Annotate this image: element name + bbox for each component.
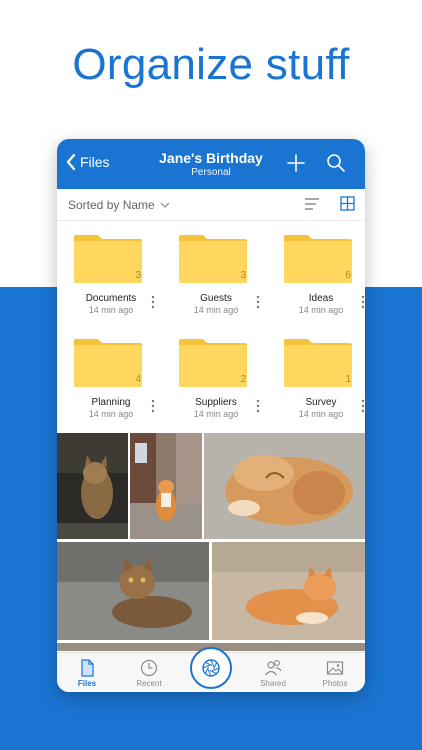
folder-count: 3 (135, 270, 141, 281)
folder-name: Ideas (308, 293, 334, 304)
folder-item[interactable]: 3 Guests 14 min ago (166, 221, 270, 325)
folder-name: Survey (305, 397, 337, 408)
cat-photo-image (204, 433, 365, 539)
folder-name: Documents (85, 293, 137, 304)
clock-icon (140, 659, 158, 677)
tab-label: Shared (260, 679, 286, 688)
search-icon[interactable] (325, 152, 347, 174)
folder-name: Guests (200, 293, 232, 304)
cat-photo-image (130, 433, 202, 539)
more-options-icon[interactable] (150, 295, 156, 309)
folder-item[interactable]: 1 Survey 14 min ago (271, 325, 365, 429)
folder-name: Suppliers (195, 397, 237, 408)
back-label: Files (80, 154, 110, 170)
camera-button[interactable] (190, 647, 232, 689)
chevron-left-icon (66, 153, 76, 171)
sort-label: Sorted by Name (68, 198, 155, 212)
list-view-icon[interactable] (304, 197, 320, 211)
folder-time: 14 min ago (193, 409, 239, 419)
tab-recent[interactable]: Recent (124, 659, 174, 688)
photo-thumbnail[interactable] (57, 542, 209, 640)
folder-count: 6 (345, 270, 351, 281)
cat-photo-image (57, 433, 128, 539)
sort-bar: Sorted by Name (57, 189, 365, 221)
tab-files[interactable]: Files (62, 659, 112, 688)
photo-thumbnail[interactable] (57, 433, 128, 539)
folder-name: Planning (91, 397, 131, 408)
people-icon (265, 660, 282, 676)
folder-time: 14 min ago (88, 305, 134, 315)
tab-label: Photos (322, 679, 348, 688)
chevron-down-icon (160, 202, 170, 208)
folder-item[interactable]: 4 Planning 14 min ago (61, 325, 165, 429)
add-icon[interactable] (285, 152, 307, 174)
folder-item[interactable]: 3 Documents 14 min ago (61, 221, 165, 325)
tab-photos[interactable]: Photos (310, 659, 360, 688)
tab-label: Recent (136, 679, 162, 688)
phone-screen: Files Jane's Birthday Personal Sorted by… (57, 139, 365, 692)
back-button[interactable]: Files (65, 153, 110, 171)
grid-view-icon[interactable] (340, 196, 355, 211)
file-icon (81, 659, 94, 677)
folder-time: 14 min ago (298, 305, 344, 315)
folder-count: 2 (240, 374, 246, 385)
folder-count: 3 (240, 270, 246, 281)
photo-grid (57, 433, 365, 651)
photo-thumbnail[interactable] (212, 542, 365, 640)
folder-time: 14 min ago (298, 409, 344, 419)
more-options-icon[interactable] (150, 399, 156, 413)
folder-item[interactable]: 2 Suppliers 14 min ago (166, 325, 270, 429)
more-options-icon[interactable] (255, 295, 261, 309)
folder-grid: 3 Documents 14 min ago 3 Guests 14 min a… (57, 221, 365, 431)
tab-label: Files (77, 679, 97, 688)
folder-item[interactable]: 6 Ideas 14 min ago (271, 221, 365, 325)
sort-dropdown[interactable]: Sorted by Name (68, 198, 170, 212)
photo-icon (326, 661, 344, 675)
photo-thumbnail[interactable] (130, 433, 202, 539)
cat-photo-image (57, 542, 209, 640)
top-bar: Files Jane's Birthday Personal (57, 139, 365, 189)
folder-time: 14 min ago (88, 409, 134, 419)
more-options-icon[interactable] (255, 399, 261, 413)
more-options-icon[interactable] (360, 295, 365, 309)
more-options-icon[interactable] (360, 399, 365, 413)
cat-photo-image (212, 542, 365, 640)
camera-shutter-icon (202, 659, 220, 677)
folder-count: 4 (135, 374, 141, 385)
folder-count: 1 (345, 374, 351, 385)
tab-shared[interactable]: Shared (248, 659, 298, 688)
photo-thumbnail[interactable] (204, 433, 365, 539)
headline: Organize stuff (72, 40, 350, 89)
folder-time: 14 min ago (193, 305, 239, 315)
